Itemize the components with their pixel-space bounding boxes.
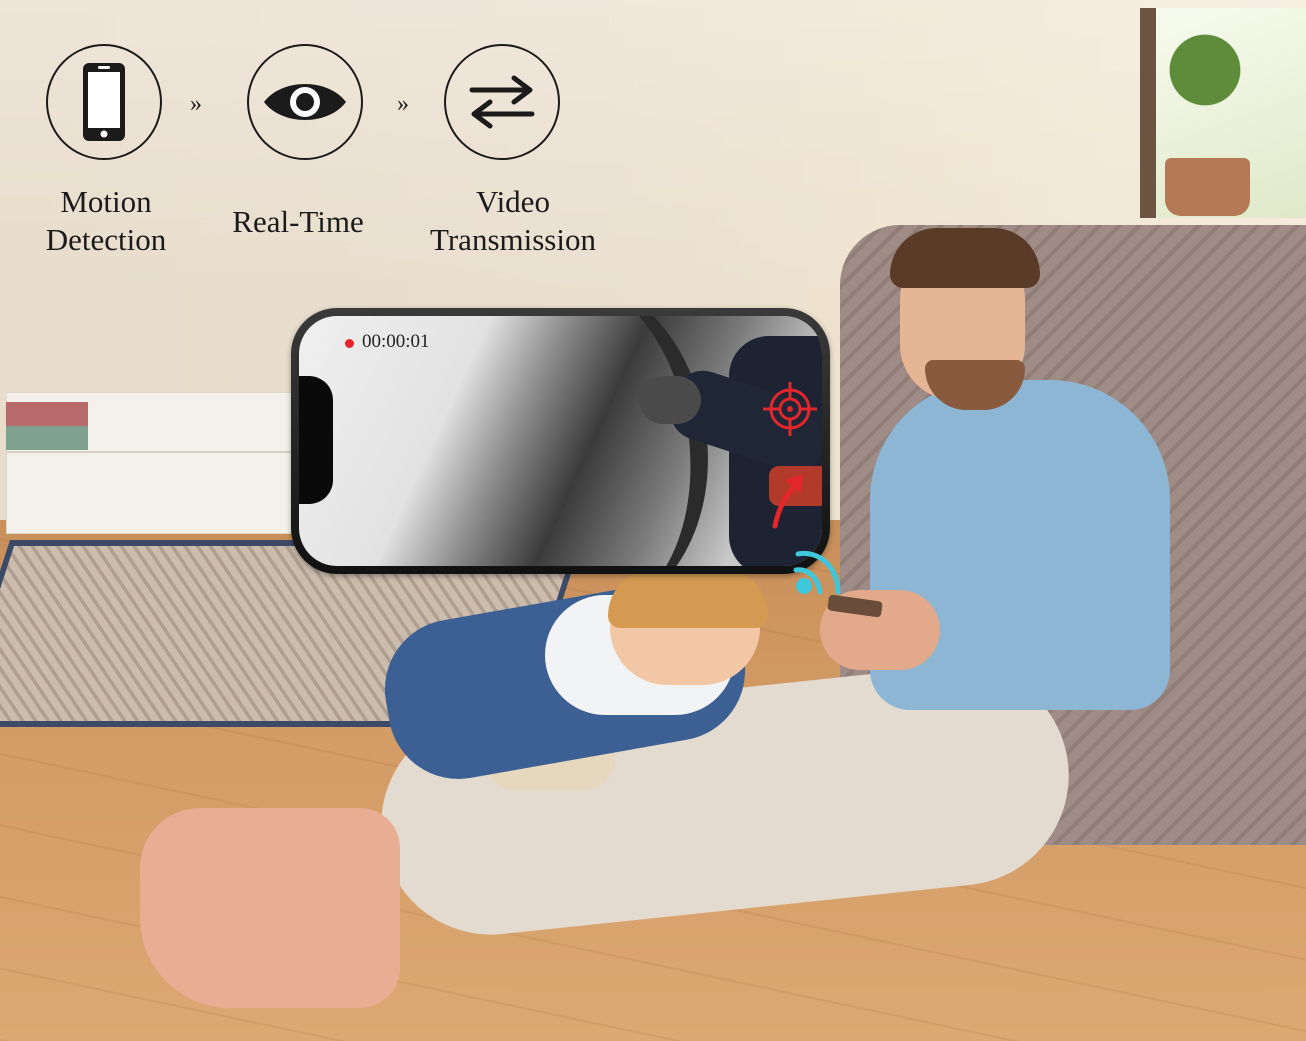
record-dot-icon <box>345 339 354 348</box>
smartphone-icon <box>83 63 125 141</box>
eye-icon <box>264 84 346 120</box>
separator-1: » <box>190 91 202 117</box>
wifi-signal-icon <box>793 550 841 595</box>
swap-arrows-icon <box>469 75 535 129</box>
baby-hair <box>608 568 768 628</box>
crosshair-target-icon <box>763 382 817 436</box>
plant-pot <box>1165 158 1250 216</box>
caption-real-time: Real-Time <box>211 203 385 241</box>
phone-mockup: 00:00:01 <box>291 308 830 574</box>
shelf-divider <box>7 451 291 453</box>
intruder-glove <box>639 376 701 424</box>
feature-video-transmission <box>444 44 560 160</box>
curved-arrow-icon <box>772 474 803 529</box>
man-feet <box>140 808 400 1008</box>
caption-line: Transmission <box>430 222 596 257</box>
feature-motion-detection <box>46 44 162 160</box>
separator-2: » <box>397 91 409 117</box>
caption-motion-detection: Motion Detection <box>24 183 188 259</box>
product-photo: » » Motion Detection Real-Time Video Tra… <box>0 0 1306 1041</box>
feature-real-time <box>247 44 363 160</box>
caption-line: Real-Time <box>232 204 364 239</box>
man-hair <box>890 228 1040 288</box>
recording-timer: 00:00:01 <box>362 331 430 352</box>
caption-video-transmission: Video Transmission <box>401 183 625 259</box>
books <box>6 402 88 450</box>
car-door <box>426 316 730 566</box>
caption-line: Motion <box>60 184 152 219</box>
caption-line: Video <box>476 184 550 219</box>
plant <box>1150 15 1260 125</box>
caption-line: Detection <box>45 222 167 257</box>
phone-notch <box>299 376 333 504</box>
phone-screen: 00:00:01 <box>299 316 822 566</box>
